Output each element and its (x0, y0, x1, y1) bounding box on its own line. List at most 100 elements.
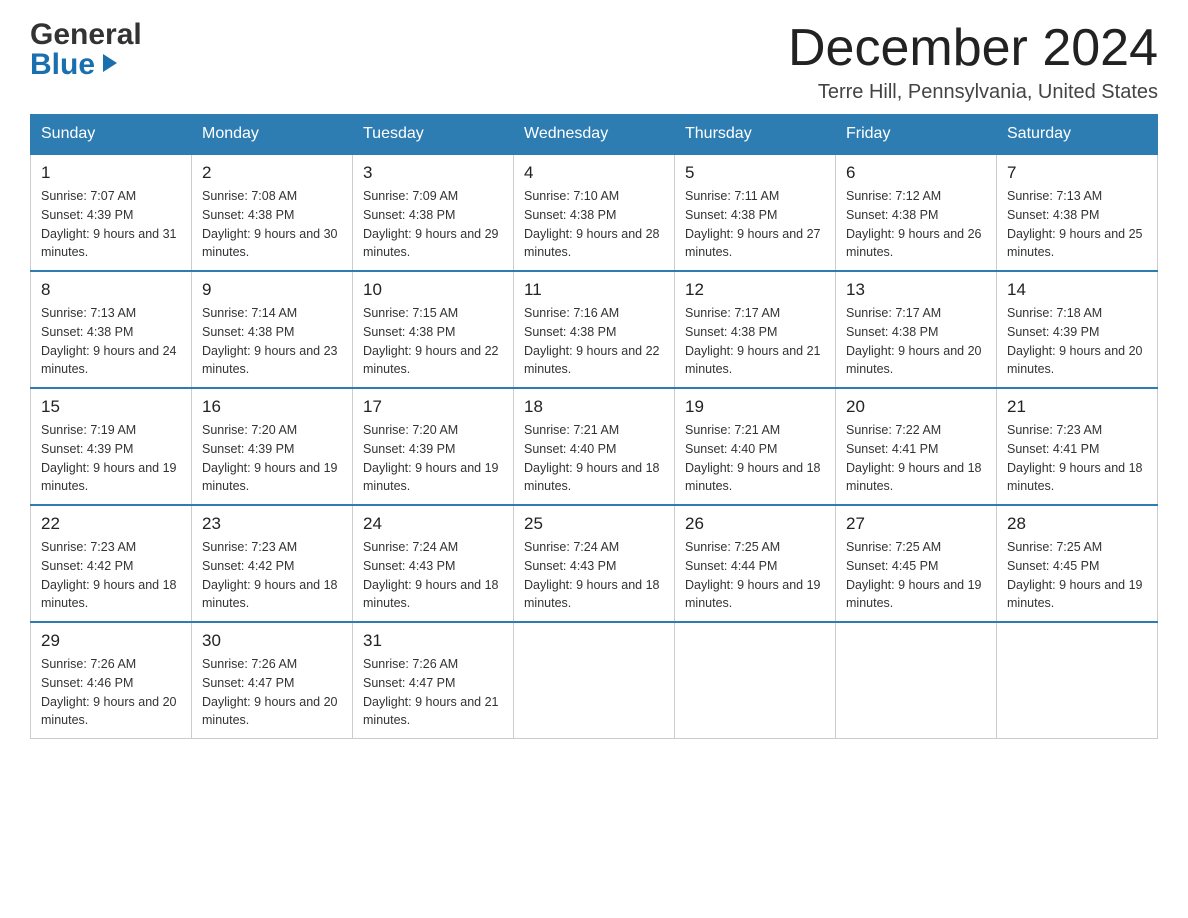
sunset-text: Sunset: 4:42 PM (202, 559, 294, 573)
day-info: Sunrise: 7:13 AM Sunset: 4:38 PM Dayligh… (1007, 187, 1147, 262)
day-info: Sunrise: 7:23 AM Sunset: 4:42 PM Dayligh… (202, 538, 342, 613)
logo-arrow-icon (99, 50, 121, 80)
day-info: Sunrise: 7:17 AM Sunset: 4:38 PM Dayligh… (846, 304, 986, 379)
day-number: 23 (202, 514, 342, 534)
day-number: 10 (363, 280, 503, 300)
day-number: 19 (685, 397, 825, 417)
sunset-text: Sunset: 4:47 PM (363, 676, 455, 690)
table-row: 2 Sunrise: 7:08 AM Sunset: 4:38 PM Dayli… (192, 154, 353, 271)
daylight-text: Daylight: 9 hours and 23 minutes. (202, 344, 338, 377)
day-number: 17 (363, 397, 503, 417)
day-number: 4 (524, 163, 664, 183)
day-number: 20 (846, 397, 986, 417)
day-info: Sunrise: 7:26 AM Sunset: 4:46 PM Dayligh… (41, 655, 181, 730)
daylight-text: Daylight: 9 hours and 24 minutes. (41, 344, 177, 377)
sunrise-text: Sunrise: 7:18 AM (1007, 306, 1102, 320)
sunset-text: Sunset: 4:38 PM (202, 208, 294, 222)
sunset-text: Sunset: 4:38 PM (524, 208, 616, 222)
table-row: 11 Sunrise: 7:16 AM Sunset: 4:38 PM Dayl… (514, 271, 675, 388)
day-number: 9 (202, 280, 342, 300)
sunset-text: Sunset: 4:45 PM (1007, 559, 1099, 573)
day-number: 14 (1007, 280, 1147, 300)
sunrise-text: Sunrise: 7:13 AM (41, 306, 136, 320)
table-row: 1 Sunrise: 7:07 AM Sunset: 4:39 PM Dayli… (31, 154, 192, 271)
day-number: 6 (846, 163, 986, 183)
location-subtitle: Terre Hill, Pennsylvania, United States (788, 81, 1158, 104)
day-info: Sunrise: 7:09 AM Sunset: 4:38 PM Dayligh… (363, 187, 503, 262)
sunrise-text: Sunrise: 7:21 AM (524, 423, 619, 437)
table-row: 16 Sunrise: 7:20 AM Sunset: 4:39 PM Dayl… (192, 388, 353, 505)
day-number: 15 (41, 397, 181, 417)
title-section: December 2024 Terre Hill, Pennsylvania, … (788, 20, 1158, 104)
sunrise-text: Sunrise: 7:26 AM (41, 657, 136, 671)
table-row (836, 622, 997, 739)
sunset-text: Sunset: 4:42 PM (41, 559, 133, 573)
daylight-text: Daylight: 9 hours and 22 minutes. (363, 344, 499, 377)
header-thursday: Thursday (675, 115, 836, 155)
header-saturday: Saturday (997, 115, 1158, 155)
daylight-text: Daylight: 9 hours and 18 minutes. (524, 461, 660, 494)
day-number: 26 (685, 514, 825, 534)
sunrise-text: Sunrise: 7:20 AM (363, 423, 458, 437)
sunset-text: Sunset: 4:39 PM (41, 442, 133, 456)
month-title: December 2024 (788, 20, 1158, 77)
table-row: 5 Sunrise: 7:11 AM Sunset: 4:38 PM Dayli… (675, 154, 836, 271)
sunrise-text: Sunrise: 7:16 AM (524, 306, 619, 320)
daylight-text: Daylight: 9 hours and 18 minutes. (202, 578, 338, 611)
sunrise-text: Sunrise: 7:12 AM (846, 189, 941, 203)
day-info: Sunrise: 7:26 AM Sunset: 4:47 PM Dayligh… (363, 655, 503, 730)
daylight-text: Daylight: 9 hours and 19 minutes. (1007, 578, 1143, 611)
sunset-text: Sunset: 4:39 PM (363, 442, 455, 456)
table-row: 10 Sunrise: 7:15 AM Sunset: 4:38 PM Dayl… (353, 271, 514, 388)
day-info: Sunrise: 7:20 AM Sunset: 4:39 PM Dayligh… (202, 421, 342, 496)
day-info: Sunrise: 7:13 AM Sunset: 4:38 PM Dayligh… (41, 304, 181, 379)
sunset-text: Sunset: 4:39 PM (202, 442, 294, 456)
daylight-text: Daylight: 9 hours and 30 minutes. (202, 227, 338, 260)
weekday-header-row: Sunday Monday Tuesday Wednesday Thursday… (31, 115, 1158, 155)
daylight-text: Daylight: 9 hours and 19 minutes. (41, 461, 177, 494)
header-tuesday: Tuesday (353, 115, 514, 155)
calendar-week-row: 22 Sunrise: 7:23 AM Sunset: 4:42 PM Dayl… (31, 505, 1158, 622)
daylight-text: Daylight: 9 hours and 21 minutes. (363, 695, 499, 728)
table-row: 31 Sunrise: 7:26 AM Sunset: 4:47 PM Dayl… (353, 622, 514, 739)
sunset-text: Sunset: 4:41 PM (846, 442, 938, 456)
day-info: Sunrise: 7:25 AM Sunset: 4:44 PM Dayligh… (685, 538, 825, 613)
day-number: 16 (202, 397, 342, 417)
sunrise-text: Sunrise: 7:17 AM (846, 306, 941, 320)
sunset-text: Sunset: 4:38 PM (202, 325, 294, 339)
header: General Blue December 2024 Terre Hill, P… (30, 20, 1158, 104)
table-row: 20 Sunrise: 7:22 AM Sunset: 4:41 PM Dayl… (836, 388, 997, 505)
day-info: Sunrise: 7:10 AM Sunset: 4:38 PM Dayligh… (524, 187, 664, 262)
day-number: 18 (524, 397, 664, 417)
table-row: 12 Sunrise: 7:17 AM Sunset: 4:38 PM Dayl… (675, 271, 836, 388)
table-row: 30 Sunrise: 7:26 AM Sunset: 4:47 PM Dayl… (192, 622, 353, 739)
day-number: 3 (363, 163, 503, 183)
sunset-text: Sunset: 4:38 PM (846, 325, 938, 339)
day-info: Sunrise: 7:24 AM Sunset: 4:43 PM Dayligh… (524, 538, 664, 613)
sunset-text: Sunset: 4:46 PM (41, 676, 133, 690)
table-row: 27 Sunrise: 7:25 AM Sunset: 4:45 PM Dayl… (836, 505, 997, 622)
table-row: 17 Sunrise: 7:20 AM Sunset: 4:39 PM Dayl… (353, 388, 514, 505)
day-number: 11 (524, 280, 664, 300)
day-info: Sunrise: 7:12 AM Sunset: 4:38 PM Dayligh… (846, 187, 986, 262)
sunset-text: Sunset: 4:41 PM (1007, 442, 1099, 456)
sunrise-text: Sunrise: 7:23 AM (41, 540, 136, 554)
daylight-text: Daylight: 9 hours and 19 minutes. (202, 461, 338, 494)
daylight-text: Daylight: 9 hours and 26 minutes. (846, 227, 982, 260)
sunrise-text: Sunrise: 7:26 AM (363, 657, 458, 671)
daylight-text: Daylight: 9 hours and 19 minutes. (685, 578, 821, 611)
day-info: Sunrise: 7:16 AM Sunset: 4:38 PM Dayligh… (524, 304, 664, 379)
table-row: 3 Sunrise: 7:09 AM Sunset: 4:38 PM Dayli… (353, 154, 514, 271)
table-row: 18 Sunrise: 7:21 AM Sunset: 4:40 PM Dayl… (514, 388, 675, 505)
logo-line2: Blue (30, 50, 121, 80)
sunrise-text: Sunrise: 7:24 AM (524, 540, 619, 554)
daylight-text: Daylight: 9 hours and 25 minutes. (1007, 227, 1143, 260)
day-info: Sunrise: 7:26 AM Sunset: 4:47 PM Dayligh… (202, 655, 342, 730)
sunset-text: Sunset: 4:38 PM (41, 325, 133, 339)
day-info: Sunrise: 7:17 AM Sunset: 4:38 PM Dayligh… (685, 304, 825, 379)
daylight-text: Daylight: 9 hours and 20 minutes. (41, 695, 177, 728)
day-info: Sunrise: 7:21 AM Sunset: 4:40 PM Dayligh… (685, 421, 825, 496)
daylight-text: Daylight: 9 hours and 19 minutes. (363, 461, 499, 494)
sunrise-text: Sunrise: 7:08 AM (202, 189, 297, 203)
day-info: Sunrise: 7:19 AM Sunset: 4:39 PM Dayligh… (41, 421, 181, 496)
